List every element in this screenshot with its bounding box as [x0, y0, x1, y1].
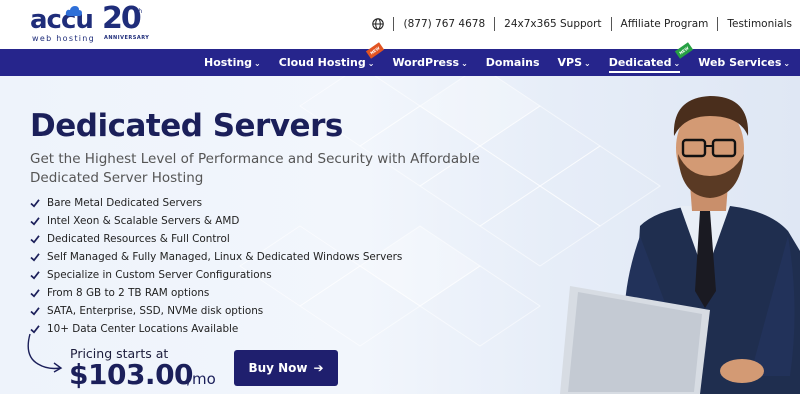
feature-list: Bare Metal Dedicated Servers Intel Xeon …: [30, 194, 402, 338]
top-links: (877) 767 4678 24x7x365 Support Affiliat…: [372, 15, 792, 33]
nav-label: WordPress: [392, 56, 460, 69]
arrow-right-icon: ➔: [313, 361, 324, 375]
chevron-down-icon: ⌄: [367, 59, 375, 68]
check-icon: [30, 271, 40, 280]
list-item: 10+ Data Center Locations Available: [30, 320, 402, 338]
nav-dedicated[interactable]: Dedicated ⌄ NEW: [608, 42, 694, 76]
nav-domains[interactable]: Domains: [486, 49, 540, 76]
feature-text: From 8 GB to 2 TB RAM options: [47, 287, 210, 299]
feature-text: 10+ Data Center Locations Available: [47, 323, 239, 335]
feature-text: Specialize in Custom Server Configuratio…: [47, 269, 272, 281]
check-icon: [30, 199, 40, 208]
chevron-down-icon: ⌄: [461, 59, 468, 68]
divider: [610, 17, 612, 31]
list-item: Dedicated Resources & Full Control: [30, 230, 402, 248]
nav-wordpress[interactable]: WordPress ⌄: [392, 49, 467, 76]
chevron-down-icon: ⌄: [673, 59, 681, 68]
check-icon: [30, 307, 40, 316]
anniversary-label: ANNIVERSARY: [104, 35, 150, 41]
curved-arrow-icon: [27, 333, 63, 373]
feature-text: Self Managed & Fully Managed, Linux & De…: [47, 251, 403, 263]
page-title: Dedicated Servers: [30, 108, 343, 144]
accu-logo[interactable]: accu web hosting 20 th ANNIVERSARY: [30, 1, 150, 46]
main-nav: Hosting ⌄ Cloud Hosting ⌄ NEW WordPress ⌄ Do…: [0, 42, 800, 76]
hero-section: Dedicated Servers Get the Highest Level …: [0, 76, 800, 394]
check-icon: [30, 253, 40, 262]
nav-label: Web Services: [698, 56, 782, 69]
page-subtitle: Get the Highest Level of Performance and…: [30, 151, 480, 186]
list-item: Self Managed & Fully Managed, Linux & De…: [30, 248, 402, 266]
nav-label: Cloud Hosting: [278, 56, 366, 69]
buy-now-button[interactable]: Buy Now ➔: [234, 350, 338, 386]
feature-text: Dedicated Resources & Full Control: [47, 233, 230, 245]
check-icon: [30, 289, 40, 298]
nav-hosting[interactable]: Hosting ⌄: [204, 49, 261, 76]
feature-text: Intel Xeon & Scalable Servers & AMD: [47, 215, 240, 227]
cloud-icon: [65, 6, 82, 16]
nav-web-services[interactable]: Web Services ⌄: [698, 49, 790, 76]
divider: [717, 17, 719, 31]
businessman-photo: [560, 96, 800, 394]
anniversary-suffix: th: [136, 8, 143, 15]
nav-label: Domains: [485, 56, 540, 69]
list-item: SATA, Enterprise, SSD, NVMe disk options: [30, 302, 402, 320]
testimonials-link[interactable]: Testimonials: [727, 18, 792, 30]
feature-text: SATA, Enterprise, SSD, NVMe disk options: [47, 305, 264, 317]
top-bar: accu web hosting 20 th ANNIVERSARY (877)…: [0, 0, 800, 49]
list-item: Intel Xeon & Scalable Servers & AMD: [30, 212, 402, 230]
phone-link[interactable]: (877) 767 4678: [403, 18, 485, 30]
check-icon: [30, 217, 40, 226]
affiliate-link[interactable]: Affiliate Program: [621, 18, 709, 30]
chevron-down-icon: ⌄: [783, 59, 791, 68]
support-link[interactable]: 24x7x365 Support: [504, 18, 601, 30]
buy-now-label: Buy Now: [248, 361, 308, 375]
chevron-down-icon: ⌄: [254, 59, 261, 68]
chevron-down-icon: ⌄: [584, 59, 591, 68]
nav-vps[interactable]: VPS ⌄: [558, 49, 591, 76]
logo-subtitle: web hosting: [32, 34, 96, 43]
divider: [494, 17, 496, 31]
anniversary-number: 20: [102, 1, 142, 36]
list-item: Bare Metal Dedicated Servers: [30, 194, 402, 212]
logo-word: accu: [30, 5, 94, 35]
feature-text: Bare Metal Dedicated Servers: [47, 197, 203, 209]
nav-label: Dedicated: [608, 56, 672, 69]
nav-cloud-hosting[interactable]: Cloud Hosting ⌄ NEW: [278, 42, 385, 76]
nav-label: VPS: [557, 56, 583, 69]
check-icon: [30, 235, 40, 244]
price-value: $103.00: [69, 358, 194, 391]
list-item: From 8 GB to 2 TB RAM options: [30, 284, 402, 302]
nav-label: Hosting: [204, 56, 253, 69]
divider: [393, 17, 395, 31]
price-period: /mo: [187, 370, 216, 388]
globe-icon[interactable]: [372, 18, 385, 30]
list-item: Specialize in Custom Server Configuratio…: [30, 266, 402, 284]
